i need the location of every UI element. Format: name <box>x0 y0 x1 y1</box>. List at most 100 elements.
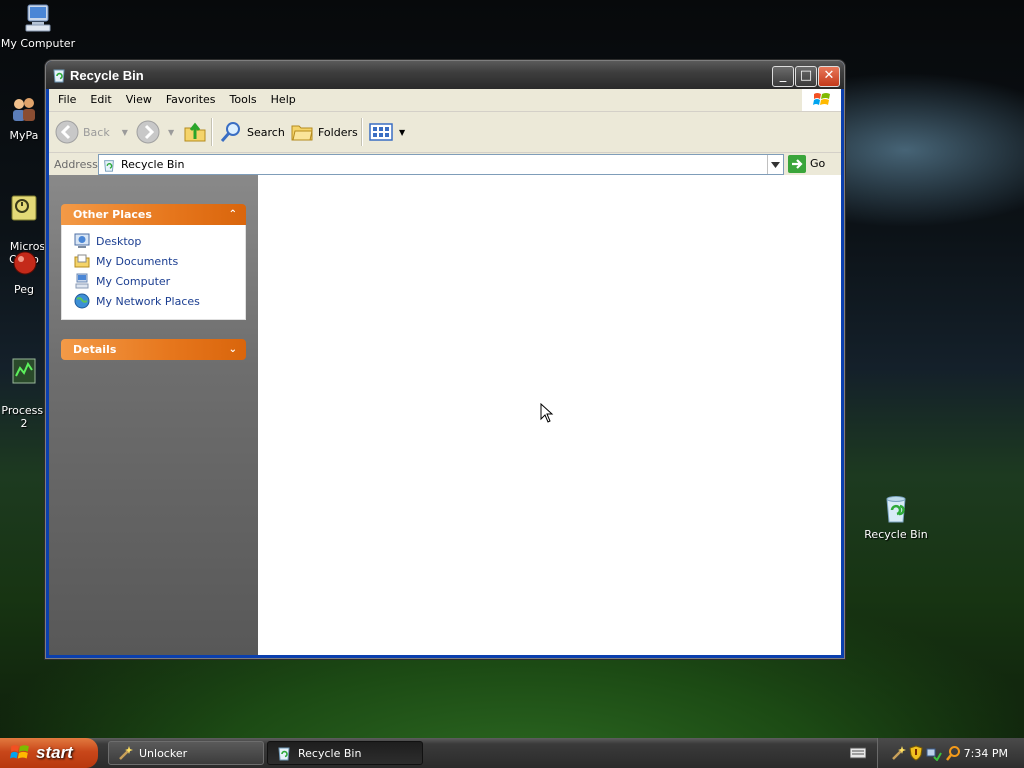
go-button[interactable]: Go <box>788 154 825 173</box>
place-label: My Network Places <box>96 294 200 308</box>
menu-help[interactable]: Help <box>264 89 303 106</box>
file-list-area[interactable] <box>258 175 841 655</box>
desktop-icon-label: My Computer <box>0 37 76 50</box>
search-icon[interactable] <box>945 745 961 761</box>
clock[interactable]: 7:34 PM <box>964 747 1008 760</box>
computer-icon <box>25 4 51 32</box>
details-header[interactable]: Details ⌄ <box>61 339 246 360</box>
mouse-cursor-icon <box>540 403 554 423</box>
folders-button[interactable]: Folders <box>290 120 358 144</box>
place-label: My Computer <box>96 274 171 288</box>
recycle-bin-icon <box>53 69 65 83</box>
windows-logo-icon <box>802 89 841 111</box>
forward-arrow-icon <box>136 120 160 144</box>
up-folder-icon <box>184 122 206 142</box>
taskbar-button-recycle-bin[interactable]: Recycle Bin <box>267 741 423 765</box>
toolbar: Back ▼ ▼ Search Folders ▼ <box>49 112 841 153</box>
taskbar-button-label: Unlocker <box>139 746 188 760</box>
system-tray: 7:34 PM <box>877 738 1024 768</box>
desktop-icon-my-computer[interactable]: My Computer <box>0 2 76 50</box>
other-places-list: Desktop My Documents My Computer My Netw… <box>61 225 246 320</box>
other-places-panel: Other Places ⌃ Desktop My Documents My C… <box>61 204 246 320</box>
process-explorer-icon <box>12 358 36 384</box>
recycle-bin-icon <box>886 496 906 523</box>
toolbar-separator <box>361 118 363 146</box>
chevron-up-icon: ⌃ <box>228 209 237 220</box>
taskbar-button-label: Recycle Bin <box>298 746 362 760</box>
chevron-down-icon <box>771 161 780 168</box>
peg-icon <box>13 251 37 275</box>
folders-label: Folders <box>318 125 358 139</box>
address-bar: Address Recycle Bin Go <box>49 153 841 176</box>
toolbar-separator <box>211 118 213 146</box>
taskbar-button-unlocker[interactable]: Unlocker <box>108 741 264 765</box>
other-places-title: Other Places <box>73 208 152 221</box>
menu-view[interactable]: View <box>119 89 159 106</box>
network-places-icon <box>74 293 90 309</box>
start-label: start <box>36 743 73 762</box>
maximize-button[interactable]: □ <box>795 66 817 87</box>
title-bar[interactable]: Recycle Bin _ □ ✕ <box>46 61 844 89</box>
windows-logo-icon <box>10 745 29 759</box>
outlook-icon <box>11 195 37 221</box>
details-title: Details <box>73 343 117 356</box>
desktop-icon-recycle-bin[interactable]: Recycle Bin <box>858 493 934 541</box>
desktop-icon-label: MyPa <box>9 129 39 142</box>
explorer-window: Recycle Bin _ □ ✕ File Edit View Favorites T… <box>45 60 845 659</box>
network-status-icon[interactable] <box>926 745 942 761</box>
menu-bar: File Edit View Favorites Tools Help <box>49 89 841 112</box>
chevron-down-icon: ▼ <box>168 127 175 137</box>
search-button[interactable]: Search <box>219 120 285 144</box>
place-label: My Documents <box>96 254 179 268</box>
explorer-body: Other Places ⌃ Desktop My Documents My C… <box>49 175 841 655</box>
place-my-documents[interactable]: My Documents <box>74 251 245 271</box>
go-arrow-icon <box>788 154 806 173</box>
place-my-network-places[interactable]: My Network Places <box>74 291 245 311</box>
minimize-button[interactable]: _ <box>772 66 794 87</box>
menu-file[interactable]: File <box>51 89 83 106</box>
place-desktop[interactable]: Desktop <box>74 231 245 251</box>
menu-tools[interactable]: Tools <box>223 89 264 106</box>
address-dropdown-button[interactable] <box>767 155 783 174</box>
recycle-bin-icon <box>104 159 114 172</box>
my-computer-icon <box>75 273 89 289</box>
wand-icon <box>119 746 133 760</box>
address-label: Address <box>54 158 98 171</box>
back-arrow-icon <box>55 120 79 144</box>
place-my-computer[interactable]: My Computer <box>74 271 245 291</box>
keyboard-icon[interactable] <box>850 746 866 760</box>
taskbar: start Unlocker Recycle Bin 7:34 PM <box>0 738 1024 768</box>
recycle-bin-icon <box>278 747 290 761</box>
details-panel: Details ⌄ <box>61 339 246 360</box>
up-folder-button[interactable] <box>183 120 207 144</box>
window-frame: File Edit View Favorites Tools Help Back ▼ <box>49 89 841 655</box>
window-title: Recycle Bin <box>70 68 144 83</box>
views-icon <box>369 123 393 141</box>
views-button[interactable]: ▼ <box>369 120 405 144</box>
address-value: Recycle Bin <box>121 158 185 171</box>
security-shield-icon[interactable] <box>909 745 923 761</box>
people-icon <box>13 98 35 121</box>
wand-icon[interactable] <box>890 745 906 761</box>
chevron-down-icon: ▼ <box>399 127 406 137</box>
address-input[interactable]: Recycle Bin <box>98 154 784 175</box>
back-label: Back <box>83 125 110 139</box>
my-documents-icon <box>74 254 90 268</box>
desktop-icon <box>74 233 90 248</box>
desktop-icon-label: Recycle Bin <box>864 528 928 541</box>
start-button[interactable]: start <box>0 738 98 768</box>
place-label: Desktop <box>96 234 142 248</box>
other-places-header[interactable]: Other Places ⌃ <box>61 204 246 225</box>
search-icon <box>220 122 240 142</box>
menu-edit[interactable]: Edit <box>83 89 118 106</box>
back-button[interactable]: Back ▼ <box>55 120 128 144</box>
close-button[interactable]: ✕ <box>818 66 840 87</box>
search-label: Search <box>247 125 285 139</box>
menu-favorites[interactable]: Favorites <box>159 89 223 106</box>
chevron-down-icon: ▼ <box>121 127 128 137</box>
chevron-down-icon: ⌄ <box>228 344 237 355</box>
forward-button[interactable]: ▼ <box>136 120 174 144</box>
go-label: Go <box>810 157 826 170</box>
task-pane: Other Places ⌃ Desktop My Documents My C… <box>49 175 258 655</box>
desktop-icon-label: Peg <box>14 283 34 296</box>
